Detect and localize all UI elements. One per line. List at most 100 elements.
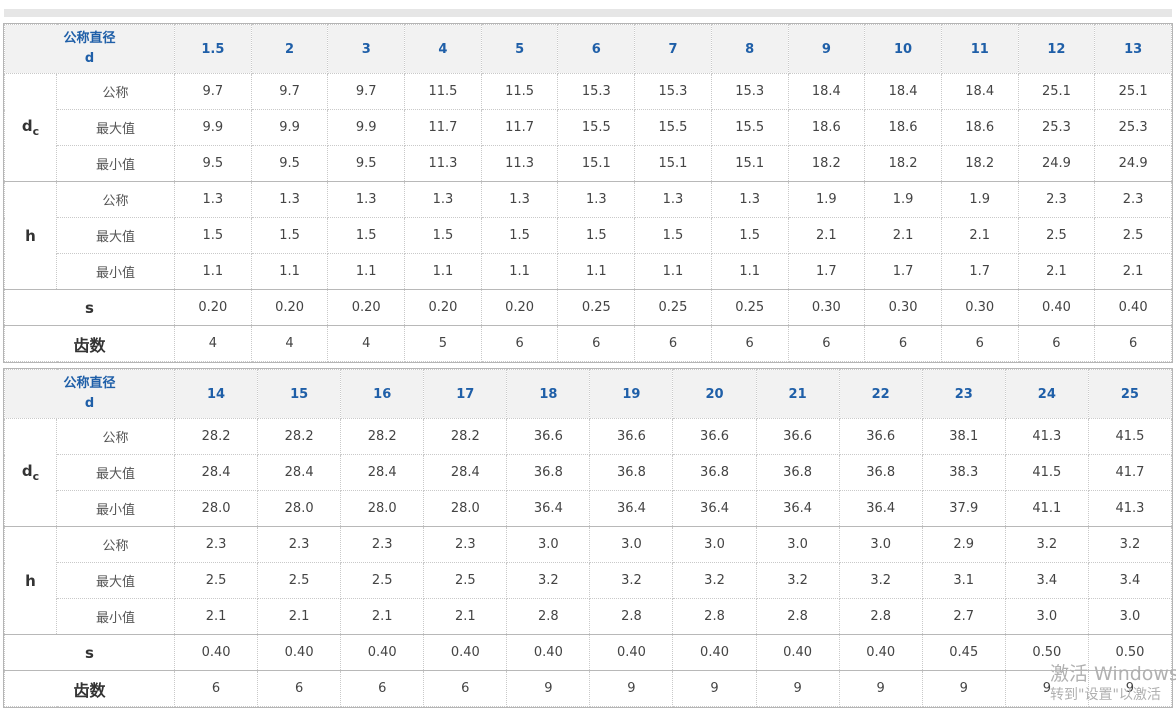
table-cell: 18.2 <box>864 145 942 182</box>
diameter-header-cell: 14 <box>174 369 259 419</box>
table-cell: 3.0 <box>755 526 840 563</box>
table-cell: 15.1 <box>557 145 636 182</box>
table-cell: 36.8 <box>589 454 674 491</box>
table-row-teeth: 齿数 6 6 6 6 9 9 9 9 9 9 9 9 <box>3 670 1173 707</box>
table-cell: 9.5 <box>250 145 329 182</box>
table-cell: 6 <box>557 325 636 362</box>
table-cell: 4 <box>250 325 329 362</box>
table-cell: 3.2 <box>1087 526 1173 563</box>
table-cell: 2.5 <box>340 562 425 599</box>
table-cell: 1.3 <box>557 181 636 218</box>
table-cell: 1.1 <box>480 253 559 290</box>
diameter-header-cell: 1.5 <box>174 24 252 74</box>
table-cell: 0.40 <box>340 634 425 671</box>
table-row-s: s 0.40 0.40 0.40 0.40 0.40 0.40 0.40 0.40 0.40 0.4… <box>3 634 1173 671</box>
table-cell: 36.8 <box>506 454 591 491</box>
row-sublabel-min: 最小值 <box>55 490 176 527</box>
table-row-h-min: 最小值 1.1 1.1 1.1 1.1 1.1 1.1 1.1 1.1 1.7 1.7 1.7 2.1 2… <box>5 253 1172 290</box>
table-cell: 28.4 <box>257 454 342 491</box>
s-label: s <box>3 634 176 671</box>
table-cell: 0.40 <box>423 634 508 671</box>
table-cell: 24.9 <box>1017 145 1096 182</box>
table-cell: 1.5 <box>480 217 559 254</box>
table-cell: 11.5 <box>404 73 482 110</box>
table-cell: 9.7 <box>174 73 252 110</box>
header-row: 公称直径 d 14 15 16 17 18 19 20 21 22 23 24 25 <box>3 369 1173 419</box>
spec-table-2: 公称直径 d 14 15 16 17 18 19 20 21 22 23 24 25 dc 公称 28.2 28.… <box>3 368 1173 708</box>
table-cell: 2.5 <box>257 562 342 599</box>
table-cell: 36.6 <box>589 418 674 455</box>
table-cell: 0.20 <box>404 289 482 326</box>
diameter-header-cell: 22 <box>838 369 923 419</box>
table-cell: 36.4 <box>589 490 674 527</box>
table-cell: 2.3 <box>1094 181 1172 218</box>
table-cell: 1.1 <box>327 253 406 290</box>
table-cell: 28.2 <box>340 418 425 455</box>
table-cell: 6 <box>1094 325 1172 362</box>
table-cell: 3.4 <box>1087 562 1173 599</box>
table-cell: 1.7 <box>864 253 942 290</box>
table-cell: 9.5 <box>174 145 252 182</box>
table-cell: 2.8 <box>589 598 674 635</box>
table-cell: 11.5 <box>480 73 559 110</box>
diameter-header-cell: 17 <box>423 369 508 419</box>
table-cell: 9 <box>506 670 591 707</box>
h-label: h <box>25 226 36 245</box>
table-cell: 2.3 <box>1017 181 1096 218</box>
header-row: 公称直径 d 1.5 2 3 4 5 6 7 8 9 10 11 12 13 <box>3 24 1172 74</box>
row-sublabel-max: 最大值 <box>55 454 176 491</box>
table-cell: 0.40 <box>1094 289 1172 326</box>
table-cell: 6 <box>480 325 559 362</box>
table-cell: 2.3 <box>423 526 508 563</box>
teeth-count-label: 齿数 <box>3 325 176 362</box>
table-cell: 1.7 <box>940 253 1019 290</box>
table-cell: 2.8 <box>672 598 757 635</box>
table-cell: 15.5 <box>710 109 789 146</box>
table-cell: 18.4 <box>940 73 1019 110</box>
table-cell: 0.40 <box>257 634 342 671</box>
table-cell: 28.4 <box>174 454 259 491</box>
table-cell: 28.0 <box>340 490 425 527</box>
dc-group-label: dc <box>4 73 57 182</box>
table-cell: 24.9 <box>1094 145 1172 182</box>
row-sublabel-max: 最大值 <box>55 562 176 599</box>
table-cell: 6 <box>710 325 789 362</box>
table-cell: 0.30 <box>940 289 1019 326</box>
dc-label-main: d <box>21 462 33 480</box>
table-cell: 0.40 <box>506 634 591 671</box>
table-cell: 0.40 <box>755 634 840 671</box>
table-cell: 2.1 <box>257 598 342 635</box>
table-cell: 41.3 <box>1087 490 1173 527</box>
table-cell: 38.3 <box>921 454 1006 491</box>
watermark-line-2: 转到"设置"以激活 <box>1050 687 1161 703</box>
table-cell: 1.3 <box>174 181 252 218</box>
table-cell: 28.0 <box>257 490 342 527</box>
table-cell: 36.4 <box>755 490 840 527</box>
diameter-header-cell: 10 <box>864 24 942 74</box>
table-cell: 9 <box>921 670 1006 707</box>
diameter-header-cell: 21 <box>755 369 840 419</box>
table-cell: 41.5 <box>1004 454 1089 491</box>
diameter-header-cell: 24 <box>1004 369 1089 419</box>
table-cell: 2.7 <box>921 598 1006 635</box>
table-cell: 6 <box>174 670 259 707</box>
table-cell: 9.7 <box>327 73 406 110</box>
table-cell: 2.8 <box>755 598 840 635</box>
diameter-header-cell: 23 <box>921 369 1006 419</box>
table-cell: 18.2 <box>940 145 1019 182</box>
table-cell: 9 <box>589 670 674 707</box>
table-cell: 9.9 <box>327 109 406 146</box>
row-sublabel-min: 最小值 <box>55 598 176 635</box>
table-cell: 0.45 <box>921 634 1006 671</box>
table-cell: 28.0 <box>423 490 508 527</box>
table-cell: 6 <box>257 670 342 707</box>
table-cell: 3.2 <box>838 562 923 599</box>
table-cell: 2.8 <box>838 598 923 635</box>
table-cell: 15.1 <box>710 145 789 182</box>
table-cell: 4 <box>174 325 252 362</box>
table-cell: 28.2 <box>174 418 259 455</box>
table-cell: 36.8 <box>755 454 840 491</box>
row-sublabel-max: 最大值 <box>55 109 176 146</box>
table-cell: 15.5 <box>557 109 636 146</box>
table-row-dc-nominal: dc 公称 28.2 28.2 28.2 28.2 36.6 36.6 36.6 36.6 36.6… <box>4 418 1173 527</box>
